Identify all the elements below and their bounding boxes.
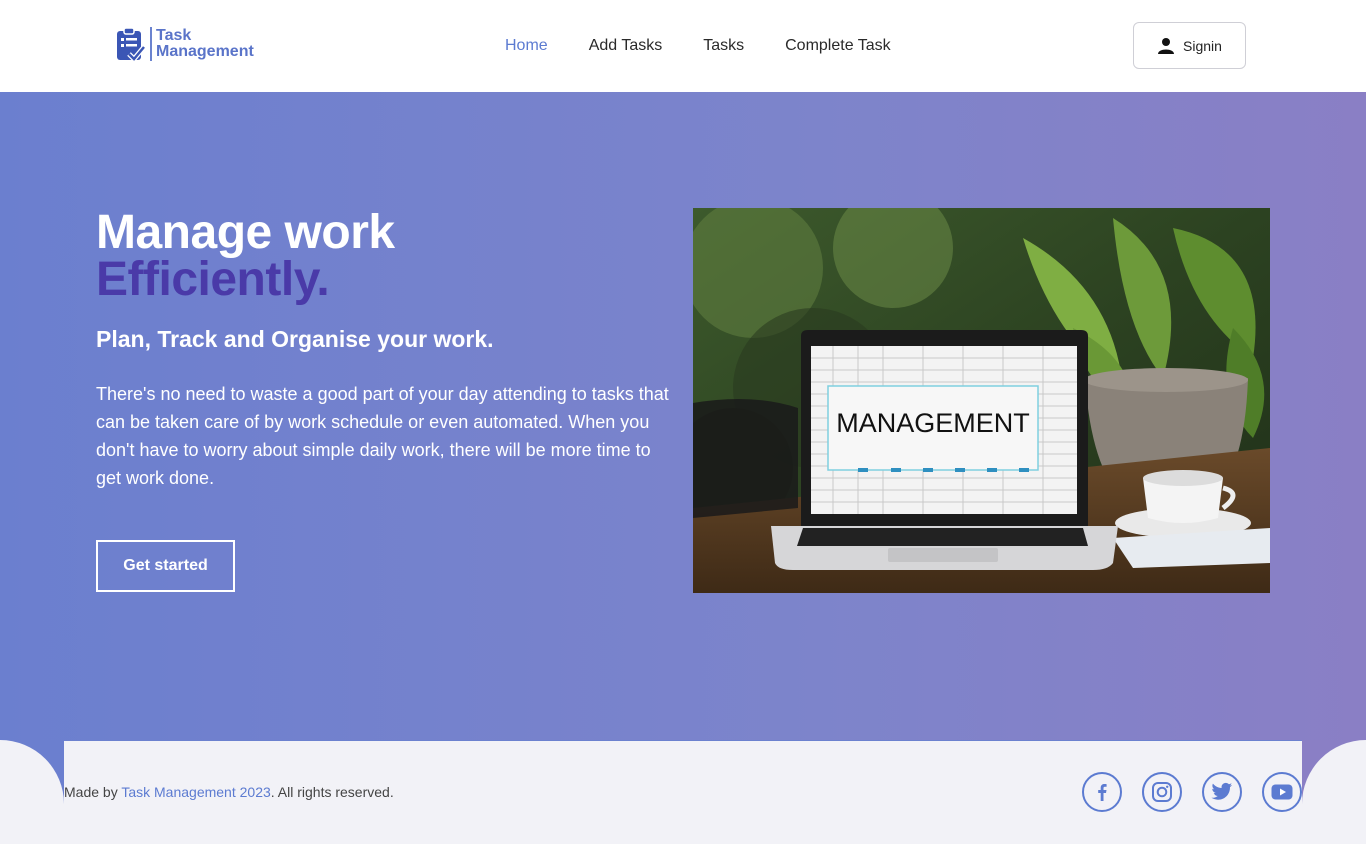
clipboard-check-icon [117, 27, 146, 62]
footer-suffix: . All rights reserved. [270, 784, 394, 800]
hero-image: MANAGEMENT [693, 208, 1270, 593]
footer-brand-link[interactable]: Task Management 2023 [121, 784, 270, 800]
hero-title-accent: Efficiently. [96, 253, 330, 306]
hero-subtitle: Plan, Track and Organise your work. [96, 326, 494, 352]
nav-home[interactable]: Home [505, 36, 548, 56]
youtube-link[interactable] [1262, 772, 1302, 812]
youtube-icon [1271, 784, 1293, 800]
user-icon [1158, 37, 1175, 54]
hero-description: There's no need to waste a good part of … [96, 384, 669, 488]
nav-add-tasks[interactable]: Add Tasks [589, 36, 663, 56]
logo-line2: Management [156, 43, 254, 60]
site-header: Task Management Home Add Tasks Tasks Com… [0, 0, 1366, 92]
twitter-link[interactable] [1202, 772, 1242, 812]
twitter-icon [1211, 782, 1233, 800]
signin-button[interactable]: Signin [1133, 22, 1246, 69]
signin-label: Signin [1183, 37, 1222, 54]
social-links [1082, 772, 1302, 812]
hero-section: Manage work Efficiently. Plan, Track and… [0, 92, 1366, 803]
logo-divider [150, 27, 152, 61]
facebook-link[interactable] [1082, 772, 1122, 812]
logo-line1: Task [156, 27, 192, 44]
instagram-icon [1152, 782, 1172, 802]
logo[interactable]: Task Management [114, 26, 254, 62]
nav-tasks[interactable]: Tasks [703, 36, 744, 56]
facebook-icon [1098, 784, 1107, 801]
image-management-text: MANAGEMENT [836, 408, 1030, 438]
main-nav: Home Add Tasks Tasks Complete Task [505, 36, 932, 56]
footer-copyright: Made by Task Management 2023. All rights… [64, 784, 394, 800]
hero-title: Manage work [96, 206, 395, 259]
nav-complete-task[interactable]: Complete Task [785, 36, 891, 56]
instagram-link[interactable] [1142, 772, 1182, 812]
get-started-button[interactable]: Get started [96, 540, 235, 592]
logo-text: Task Management [156, 28, 254, 60]
footer-prefix: Made by [64, 784, 122, 800]
